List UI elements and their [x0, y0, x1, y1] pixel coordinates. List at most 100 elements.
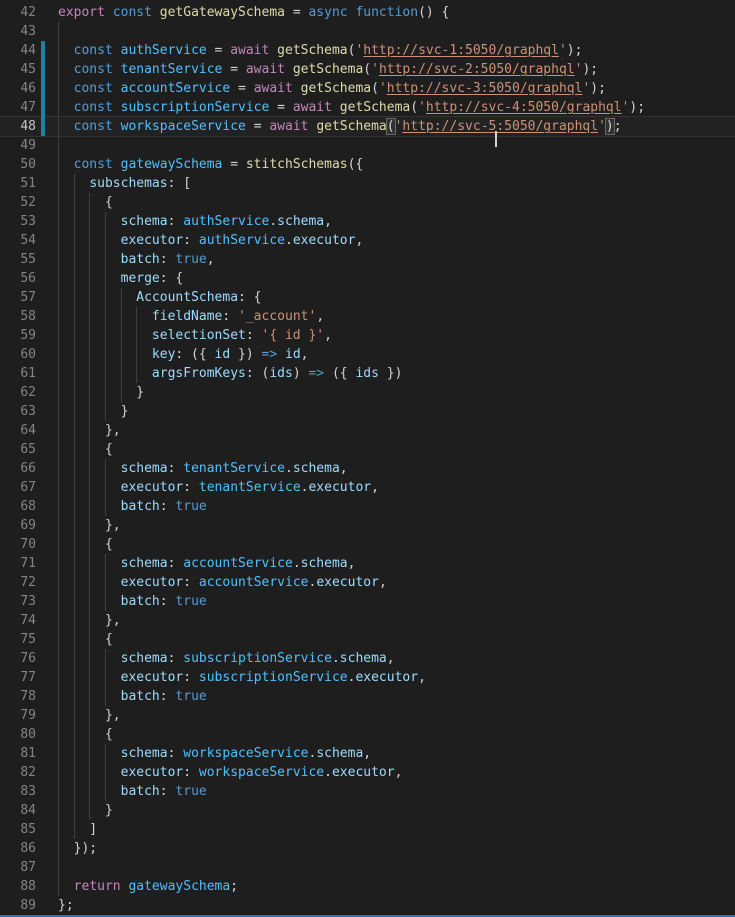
line-number[interactable]: 50 — [0, 155, 36, 174]
line-number[interactable]: 78 — [0, 687, 36, 706]
code-line[interactable]: 71 schema: accountService.schema, — [0, 554, 735, 573]
line-number[interactable]: 72 — [0, 573, 36, 592]
line-number[interactable]: 74 — [0, 611, 36, 630]
line-number[interactable]: 75 — [0, 630, 36, 649]
url-link-text[interactable]: http://svc-2:5050/graphql — [379, 62, 575, 77]
line-number[interactable]: 65 — [0, 440, 36, 459]
line-number[interactable]: 47 — [0, 98, 36, 117]
code-line[interactable]: 58 fieldName: '_account', — [0, 307, 735, 326]
line-number[interactable]: 52 — [0, 193, 36, 212]
line-number[interactable]: 80 — [0, 725, 36, 744]
code-line[interactable]: 79 }, — [0, 706, 735, 725]
code-line[interactable]: 78 batch: true — [0, 687, 735, 706]
line-number[interactable]: 59 — [0, 326, 36, 345]
code-line[interactable]: 69 }, — [0, 516, 735, 535]
code-line[interactable]: 83 batch: true — [0, 782, 735, 801]
code-line[interactable]: 60 key: ({ id }) => id, — [0, 345, 735, 364]
line-number[interactable]: 86 — [0, 839, 36, 858]
code-line[interactable]: 64 }, — [0, 421, 735, 440]
line-number[interactable]: 79 — [0, 706, 36, 725]
line-number[interactable]: 71 — [0, 554, 36, 573]
code-line[interactable]: 85 ] — [0, 820, 735, 839]
url-link-text[interactable]: :5050/graphql — [496, 119, 598, 134]
line-number[interactable]: 57 — [0, 288, 36, 307]
line-number[interactable]: 67 — [0, 478, 36, 497]
code-line[interactable]: 42export const getGatewaySchema = async … — [0, 3, 735, 22]
code-line[interactable]: 59 selectionSet: '{ id }', — [0, 326, 735, 345]
code-line[interactable]: 43 — [0, 22, 735, 41]
line-number[interactable]: 64 — [0, 421, 36, 440]
line-number[interactable]: 56 — [0, 269, 36, 288]
code-line[interactable]: 51 subschemas: [ — [0, 174, 735, 193]
line-number[interactable]: 44 — [0, 41, 36, 60]
line-number[interactable]: 61 — [0, 364, 36, 383]
line-number[interactable]: 63 — [0, 402, 36, 421]
code-line[interactable]: 68 batch: true — [0, 497, 735, 516]
line-number[interactable]: 62 — [0, 383, 36, 402]
line-number[interactable]: 49 — [0, 136, 36, 155]
line-number[interactable]: 46 — [0, 79, 36, 98]
line-number[interactable]: 66 — [0, 459, 36, 478]
url-link-text[interactable]: http://svc-1:5050/graphql — [363, 43, 559, 58]
code-line[interactable]: 57 AccountSchema: { — [0, 288, 735, 307]
line-number[interactable]: 43 — [0, 22, 36, 41]
code-line[interactable]: 73 batch: true — [0, 592, 735, 611]
line-number[interactable]: 45 — [0, 60, 36, 79]
url-link-text[interactable]: http://svc-3:5050/graphql — [387, 81, 583, 96]
line-number[interactable]: 82 — [0, 763, 36, 782]
code-line[interactable]: 67 executor: tenantService.executor, — [0, 478, 735, 497]
code-line[interactable]: 48 const workspaceService = await getSch… — [0, 117, 735, 136]
line-number[interactable]: 51 — [0, 174, 36, 193]
code-line[interactable]: 53 schema: authService.schema, — [0, 212, 735, 231]
code-line[interactable]: 77 executor: subscriptionService.executo… — [0, 668, 735, 687]
line-number[interactable]: 84 — [0, 801, 36, 820]
line-number[interactable]: 48 — [0, 117, 36, 136]
code-line[interactable]: 88 return gatewaySchema; — [0, 877, 735, 896]
line-number[interactable]: 77 — [0, 668, 36, 687]
code-line[interactable]: 55 batch: true, — [0, 250, 735, 269]
code-line[interactable]: 84 } — [0, 801, 735, 820]
line-number[interactable]: 54 — [0, 231, 36, 250]
line-number[interactable]: 85 — [0, 820, 36, 839]
code-line[interactable]: 86 }); — [0, 839, 735, 858]
url-link-text[interactable]: http://svc-5 — [402, 119, 496, 134]
code-line[interactable]: 74 }, — [0, 611, 735, 630]
line-number[interactable]: 73 — [0, 592, 36, 611]
line-number[interactable]: 69 — [0, 516, 36, 535]
line-number[interactable]: 83 — [0, 782, 36, 801]
code-line[interactable]: 70 { — [0, 535, 735, 554]
code-line[interactable]: 45 const tenantService = await getSchema… — [0, 60, 735, 79]
line-number[interactable]: 89 — [0, 896, 36, 915]
code-line[interactable]: 54 executor: authService.executor, — [0, 231, 735, 250]
code-line[interactable]: 65 { — [0, 440, 735, 459]
code-line[interactable]: 46 const accountService = await getSchem… — [0, 79, 735, 98]
line-number[interactable]: 60 — [0, 345, 36, 364]
code-line[interactable]: 66 schema: tenantService.schema, — [0, 459, 735, 478]
code-line[interactable]: 50 const gatewaySchema = stitchSchemas({ — [0, 155, 735, 174]
code-line[interactable]: 75 { — [0, 630, 735, 649]
code-line[interactable]: 56 merge: { — [0, 269, 735, 288]
code-line[interactable]: 63 } — [0, 402, 735, 421]
code-line[interactable]: 80 { — [0, 725, 735, 744]
line-number[interactable]: 76 — [0, 649, 36, 668]
line-number[interactable]: 87 — [0, 858, 36, 877]
code-line[interactable]: 72 executor: accountService.executor, — [0, 573, 735, 592]
line-number[interactable]: 68 — [0, 497, 36, 516]
code-line[interactable]: 52 { — [0, 193, 735, 212]
code-line[interactable]: 76 schema: subscriptionService.schema, — [0, 649, 735, 668]
code-line[interactable]: 62 } — [0, 383, 735, 402]
code-line[interactable]: 47 const subscriptionService = await get… — [0, 98, 735, 117]
line-number[interactable]: 81 — [0, 744, 36, 763]
line-number[interactable]: 58 — [0, 307, 36, 326]
code-editor[interactable]: 42export const getGatewaySchema = async … — [0, 0, 735, 917]
code-line[interactable]: 81 schema: workspaceService.schema, — [0, 744, 735, 763]
line-number[interactable]: 88 — [0, 877, 36, 896]
line-number[interactable]: 42 — [0, 3, 36, 22]
code-line[interactable]: 87 — [0, 858, 735, 877]
code-line[interactable]: 61 argsFromKeys: (ids) => ({ ids }) — [0, 364, 735, 383]
code-line[interactable]: 89}; — [0, 896, 735, 915]
line-number[interactable]: 53 — [0, 212, 36, 231]
url-link-text[interactable]: http://svc-4:5050/graphql — [426, 100, 622, 115]
code-line[interactable]: 82 executor: workspaceService.executor, — [0, 763, 735, 782]
line-number[interactable]: 55 — [0, 250, 36, 269]
